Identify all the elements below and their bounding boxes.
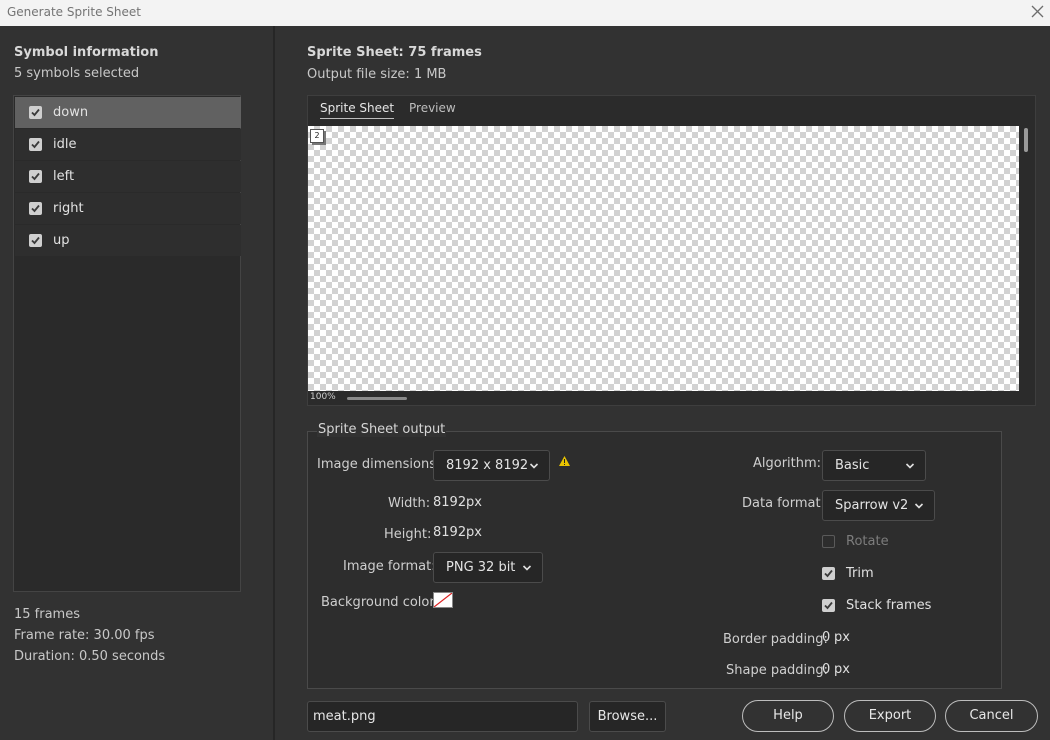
sprite-sheet-title: Sprite Sheet: 75 frames [307,45,482,60]
chevron-down-icon [529,460,539,475]
zoom-bar [308,391,1019,405]
width-unit: px [466,495,482,510]
symbols-selected-count: 5 symbols selected [14,66,140,81]
width-label: Width: [388,496,431,511]
zoom-level[interactable]: 100% [310,392,336,402]
checkbox-down[interactable] [29,106,42,119]
background-color-swatch[interactable] [433,592,453,608]
duration: Duration: 0.50 seconds [14,649,166,664]
symbol-label: down [53,105,89,120]
shape-padding-label: Shape padding: [726,663,829,678]
frames-count: 15 frames [14,607,80,622]
checkbox-up[interactable] [29,234,42,247]
rotate-checkbox[interactable] [822,535,835,548]
browse-button[interactable]: Browse... [589,701,666,732]
image-dimensions-label: Image dimensions: [317,457,441,472]
frame-number-badge: 2 [310,129,324,143]
vertical-scrollbar[interactable] [1020,126,1032,391]
title-bar: Generate Sprite Sheet [0,0,1050,26]
chevron-down-icon [522,562,532,577]
symbol-row-idle[interactable]: idle [15,129,241,160]
height-unit: px [466,525,482,540]
data-format-value: Sparrow v2 [835,498,909,513]
image-format-value: PNG 32 bit [446,560,516,575]
horizontal-scroll-thumb[interactable] [347,397,407,400]
checkbox-right[interactable] [29,202,42,215]
data-format-label: Data format: [742,496,825,511]
image-dimensions-dropdown[interactable]: 8192 x 8192 [433,450,550,481]
symbol-row-right[interactable]: right [15,193,241,224]
stack-frames-checkbox[interactable] [822,599,835,612]
width-value[interactable]: 8192 [433,495,466,510]
output-filename-field[interactable]: meat.png [307,701,578,732]
algorithm-value: Basic [835,458,870,473]
algorithm-label: Algorithm: [753,456,822,471]
symbol-label: left [53,169,75,184]
tab-sprite-sheet[interactable]: Sprite Sheet [320,101,395,119]
data-format-dropdown[interactable]: Sparrow v2 [822,490,935,521]
window-title: Generate Sprite Sheet [7,5,141,19]
height-label: Height: [384,527,432,542]
chevron-down-icon [914,500,924,515]
stack-frames-label: Stack frames [846,598,932,613]
checkbox-idle[interactable] [29,138,42,151]
symbol-info-heading: Symbol information [14,45,159,60]
rotate-label: Rotate [846,534,889,549]
output-group-legend: Sprite Sheet output [317,422,447,437]
sprite-sheet-canvas[interactable] [308,126,1019,391]
height-value[interactable]: 8192 [433,525,466,540]
output-file-size: Output file size: 1 MB [307,67,447,82]
symbol-row-down[interactable]: down [15,97,241,128]
background-color-label: Background color: [321,595,439,610]
image-format-dropdown[interactable]: PNG 32 bit [433,552,543,583]
symbol-label: right [53,201,84,216]
vertical-scroll-thumb[interactable] [1024,128,1028,152]
trim-checkbox[interactable] [822,567,835,580]
border-padding-value[interactable]: 0 [822,630,830,645]
tab-preview[interactable]: Preview [409,101,456,115]
symbol-row-up[interactable]: up [15,225,241,256]
trim-label: Trim [846,566,874,581]
symbol-label: up [53,233,70,248]
algorithm-dropdown[interactable]: Basic [822,450,926,481]
shape-padding-unit: px [834,662,850,677]
frame-rate: Frame rate: 30.00 fps [14,628,155,643]
chevron-down-icon [905,460,915,475]
border-padding-label: Border padding: [723,632,828,647]
symbol-label: idle [53,137,77,152]
shape-padding-value[interactable]: 0 [822,662,830,677]
image-format-label: Image format: [343,559,436,574]
cancel-button[interactable]: Cancel [945,700,1038,732]
export-button[interactable]: Export [844,700,936,732]
symbol-list: down idle left right up [13,95,241,592]
image-dimensions-value: 8192 x 8192 [446,458,529,473]
border-padding-unit: px [834,630,850,645]
panel-divider [273,26,275,740]
warning-icon [558,455,571,471]
checkbox-left[interactable] [29,170,42,183]
close-icon[interactable] [1028,2,1048,22]
help-button[interactable]: Help [742,700,834,732]
symbol-row-left[interactable]: left [15,161,241,192]
